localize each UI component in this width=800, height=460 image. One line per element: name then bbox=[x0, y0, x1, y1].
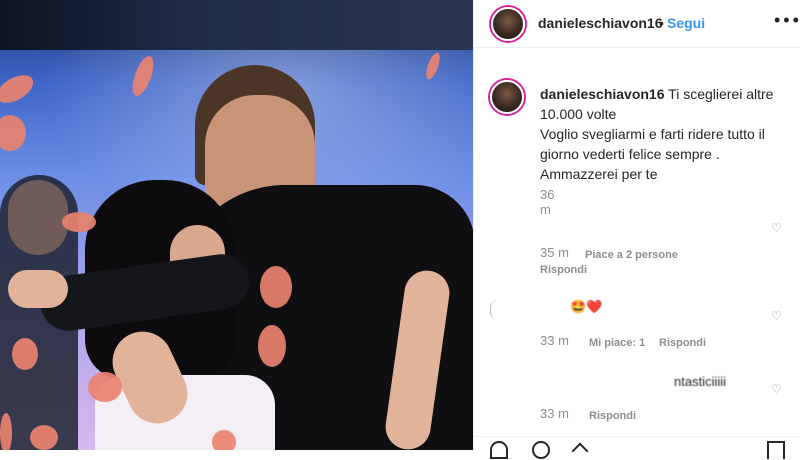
reply-button[interactable]: Rispondi bbox=[589, 410, 636, 422]
comment-time[interactable]: 35 m bbox=[540, 245, 569, 260]
caption-username[interactable]: danieleschiavon16 bbox=[540, 86, 665, 102]
comment-time[interactable]: 33 m bbox=[540, 333, 569, 348]
share-icon[interactable] bbox=[571, 442, 589, 460]
confetti bbox=[12, 338, 38, 370]
photo-top-band bbox=[0, 0, 473, 50]
separator-dot: • bbox=[659, 15, 664, 31]
post-sidebar: danieleschiavon16 • Segui • • • danieles… bbox=[473, 0, 800, 460]
man-hand bbox=[8, 270, 68, 308]
confetti bbox=[258, 325, 286, 367]
caption-line-1: Ti sceglierei altre bbox=[668, 86, 774, 102]
confetti bbox=[88, 372, 122, 402]
background-person-head bbox=[8, 180, 68, 255]
like-icon[interactable] bbox=[490, 441, 508, 459]
action-bar bbox=[474, 436, 800, 460]
follow-button[interactable]: Segui bbox=[667, 15, 705, 31]
caption-time[interactable]: 36 m bbox=[540, 187, 554, 217]
comment-text: ntasticiiiii bbox=[674, 374, 727, 389]
caption-line-3: Voglio svegliarmi e farti ridere tutto i… bbox=[540, 126, 765, 142]
confetti bbox=[212, 430, 236, 450]
confetti bbox=[260, 266, 292, 308]
comment-likes[interactable]: Piace a 2 persone bbox=[585, 249, 678, 261]
caption-avatar[interactable] bbox=[490, 80, 524, 114]
comment-text: 🤩❤️ bbox=[570, 299, 603, 314]
caption-line-2: 10.000 volte bbox=[540, 106, 617, 122]
post-header: danieleschiavon16 • Segui • • • bbox=[474, 0, 800, 48]
more-horizontal-icon[interactable]: • • • bbox=[774, 10, 799, 31]
caption-line-4: giorno vederti felice sempre . bbox=[540, 146, 720, 162]
caption-line-5: Ammazzerei per te bbox=[540, 166, 658, 182]
author-avatar[interactable] bbox=[491, 7, 525, 41]
author-username[interactable]: danieleschiavon16 bbox=[538, 15, 663, 31]
reply-button[interactable]: Rispondi bbox=[659, 337, 706, 349]
confetti bbox=[30, 425, 58, 450]
confetti bbox=[0, 413, 12, 450]
comment-likes[interactable]: Mi piace: 1 bbox=[589, 337, 645, 349]
reply-button[interactable]: Rispondi bbox=[540, 264, 587, 276]
post-photo[interactable] bbox=[0, 0, 473, 450]
comment-icon[interactable] bbox=[532, 441, 550, 459]
confetti bbox=[62, 212, 96, 232]
commenter-avatar[interactable] bbox=[490, 300, 505, 320]
caption-text: danieleschiavon16 Ti sceglierei altre 10… bbox=[540, 84, 790, 184]
heart-icon[interactable]: ♡ bbox=[771, 221, 785, 235]
comment-time[interactable]: 33 m bbox=[540, 406, 569, 421]
heart-icon[interactable]: ♡ bbox=[771, 382, 785, 396]
heart-icon[interactable]: ♡ bbox=[771, 309, 785, 323]
save-icon[interactable] bbox=[767, 441, 785, 459]
